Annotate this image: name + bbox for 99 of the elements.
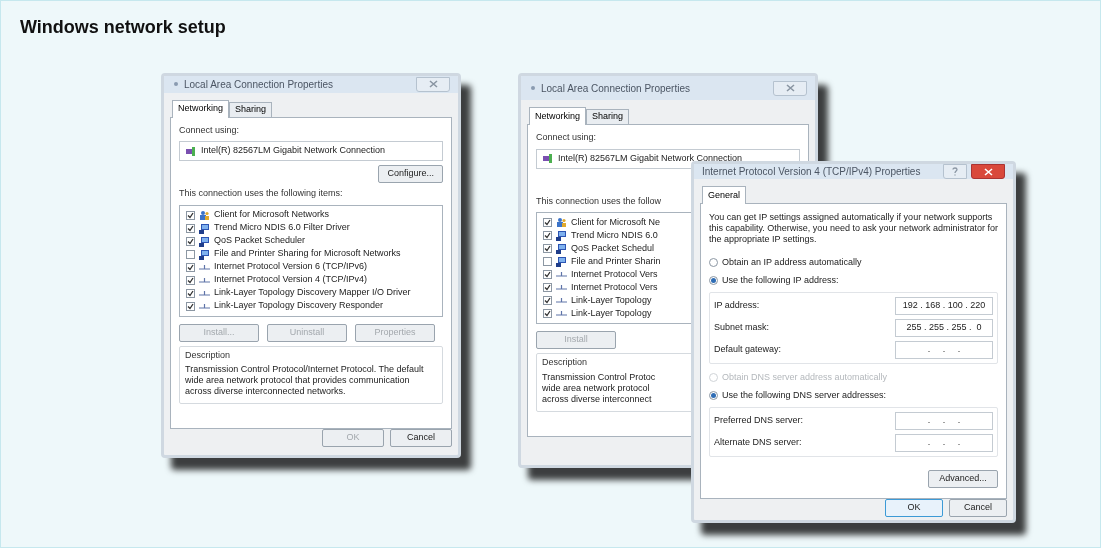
checkbox[interactable] (543, 309, 552, 318)
computer-icon (199, 235, 210, 247)
tab[interactable]: Networking (172, 99, 230, 118)
list-item[interactable]: QoS Packet Schedul (571, 241, 655, 256)
description-text: wide area network protocol that provides communication (185, 375, 410, 386)
list-item[interactable]: File and Printer Sharin (571, 254, 661, 269)
list-item[interactable]: Internet Protocol Vers (571, 280, 658, 295)
checkbox[interactable] (186, 262, 195, 272)
list-item[interactable]: QoS Packet Scheduler (214, 234, 306, 248)
window-title: Local Area Connection Properties (541, 81, 690, 96)
configure-button[interactable]: Configure... (378, 165, 443, 183)
tab[interactable]: Sharing (229, 101, 273, 117)
intro-text: You can get IP settings assigned automatically if your network supports this capability. Otherwise, you need to ask your network administrator for the appropriate IP settings. (709, 212, 998, 245)
description-text: across diverse interconnected networks. (185, 386, 346, 397)
connector-icon (556, 269, 567, 280)
list-item[interactable]: Internet Protocol Version 6 (TCP/IPv6) (214, 260, 368, 274)
adapter-name: Intel(R) 82567LM Gigabit Network Connection (201, 144, 386, 158)
checkbox[interactable] (543, 283, 552, 292)
checkbox[interactable] (543, 231, 552, 240)
window-title: Local Area Connection Properties (184, 77, 333, 92)
connector-icon (556, 282, 567, 293)
checkbox[interactable] (543, 257, 552, 266)
description-text: across diverse interconnect (542, 393, 652, 405)
checkbox[interactable] (186, 236, 195, 246)
checkbox[interactable] (186, 288, 195, 298)
network-adapter-icon (542, 153, 553, 164)
radio-button[interactable] (709, 258, 718, 268)
dialog-button[interactable]: Cancel (390, 429, 452, 447)
connect-using-label: Connect using: (536, 131, 597, 144)
tab[interactable]: Networking (529, 107, 587, 125)
description-label: Description (185, 348, 231, 362)
checkbox[interactable] (186, 301, 195, 311)
checkbox[interactable] (543, 270, 552, 279)
list-item[interactable]: Internet Protocol Vers (571, 267, 658, 282)
ip-address-field[interactable]: . . . (895, 434, 993, 452)
checkbox[interactable] (186, 210, 195, 220)
description-text: Transmission Control Protoc (542, 371, 656, 383)
computer-icon (556, 230, 567, 241)
network-adapter-icon (185, 145, 196, 157)
checkbox[interactable] (543, 296, 552, 305)
description-label: Description (542, 356, 588, 369)
list-item[interactable]: Internet Protocol Version 4 (TCP/IPv4) (214, 273, 368, 287)
radio-button[interactable] (709, 275, 718, 285)
dialog-button[interactable]: OK (885, 499, 943, 517)
advanced-button[interactable]: Advanced... (928, 470, 998, 488)
list-item[interactable]: File and Printer Sharing for Microsoft Networks (214, 247, 401, 261)
radio-label: Obtain DNS server address automatically (722, 371, 888, 384)
close-icon (785, 84, 795, 92)
computer-icon (199, 222, 210, 234)
radio-label: Use the following IP address: (722, 273, 839, 287)
close-icon (428, 80, 438, 89)
checkbox[interactable] (186, 275, 195, 285)
window-icon (172, 80, 180, 89)
users-icon (199, 209, 210, 221)
field-label: Default gateway: (714, 343, 782, 357)
checkbox[interactable] (543, 244, 552, 253)
page-title: Windows network setup (20, 16, 226, 39)
adapter-name: Intel(R) 82567LM Gigabit Network Connection (558, 151, 743, 165)
list-item[interactable]: Trend Micro NDIS 6.0 (571, 228, 658, 243)
computer-icon (556, 256, 567, 267)
help-icon (952, 167, 958, 176)
ip-address-field[interactable]: 255 . 255 . 255 . 0 (895, 319, 993, 337)
tab[interactable]: General (702, 186, 747, 204)
computer-icon (556, 243, 567, 254)
tab[interactable]: Sharing (586, 109, 630, 124)
ip-address-field[interactable]: . . . (895, 341, 993, 359)
radio-label: Use the following DNS server addresses: (722, 388, 887, 402)
list-item[interactable]: Link-Layer Topology Discovery Mapper I/O Driver (214, 286, 411, 300)
field-label: Preferred DNS server: (714, 414, 804, 428)
ip-address-field[interactable]: 192 . 168 . 100 . 220 (895, 297, 993, 315)
window-title: Internet Protocol Version 4 (TCP/IPv4) Properties (702, 165, 921, 179)
window-icon (529, 84, 537, 92)
field-label: IP address: (714, 299, 760, 313)
description-text: Transmission Control Protocol/Internet Protocol. The default (185, 364, 424, 375)
checkbox[interactable] (543, 218, 552, 227)
checkbox[interactable] (186, 249, 195, 259)
connect-using-label: Connect using: (179, 123, 240, 137)
items-label: This connection uses the follow (536, 194, 662, 208)
list-item[interactable]: Link-Layer Topology (571, 293, 652, 308)
radio-button[interactable] (709, 390, 718, 400)
connector-icon (556, 308, 567, 319)
list-item[interactable]: Link-Layer Topology (571, 306, 652, 321)
radio-label: Obtain an IP address automatically (722, 256, 862, 269)
checkbox[interactable] (186, 223, 195, 233)
list-item[interactable]: Trend Micro NDIS 6.0 Filter Driver (214, 221, 350, 235)
users-icon (556, 217, 567, 228)
field-label: Alternate DNS server: (714, 436, 802, 450)
ip-address-field[interactable]: . . . (895, 412, 993, 430)
list-item[interactable]: Client for Microsoft Ne (571, 215, 661, 230)
field-label: Subnet mask: (714, 321, 770, 335)
items-label: This connection uses the following items: (179, 187, 343, 200)
description-text: wide area network protocol (542, 382, 650, 394)
connector-icon (556, 295, 567, 306)
computer-icon (199, 248, 210, 260)
list-item[interactable]: Client for Microsoft Networks (214, 208, 330, 222)
close-button[interactable] (971, 164, 1005, 179)
close-icon (983, 167, 993, 176)
list-item[interactable]: Link-Layer Topology Discovery Responder (214, 299, 383, 313)
dialog-button[interactable]: Cancel (949, 499, 1007, 517)
